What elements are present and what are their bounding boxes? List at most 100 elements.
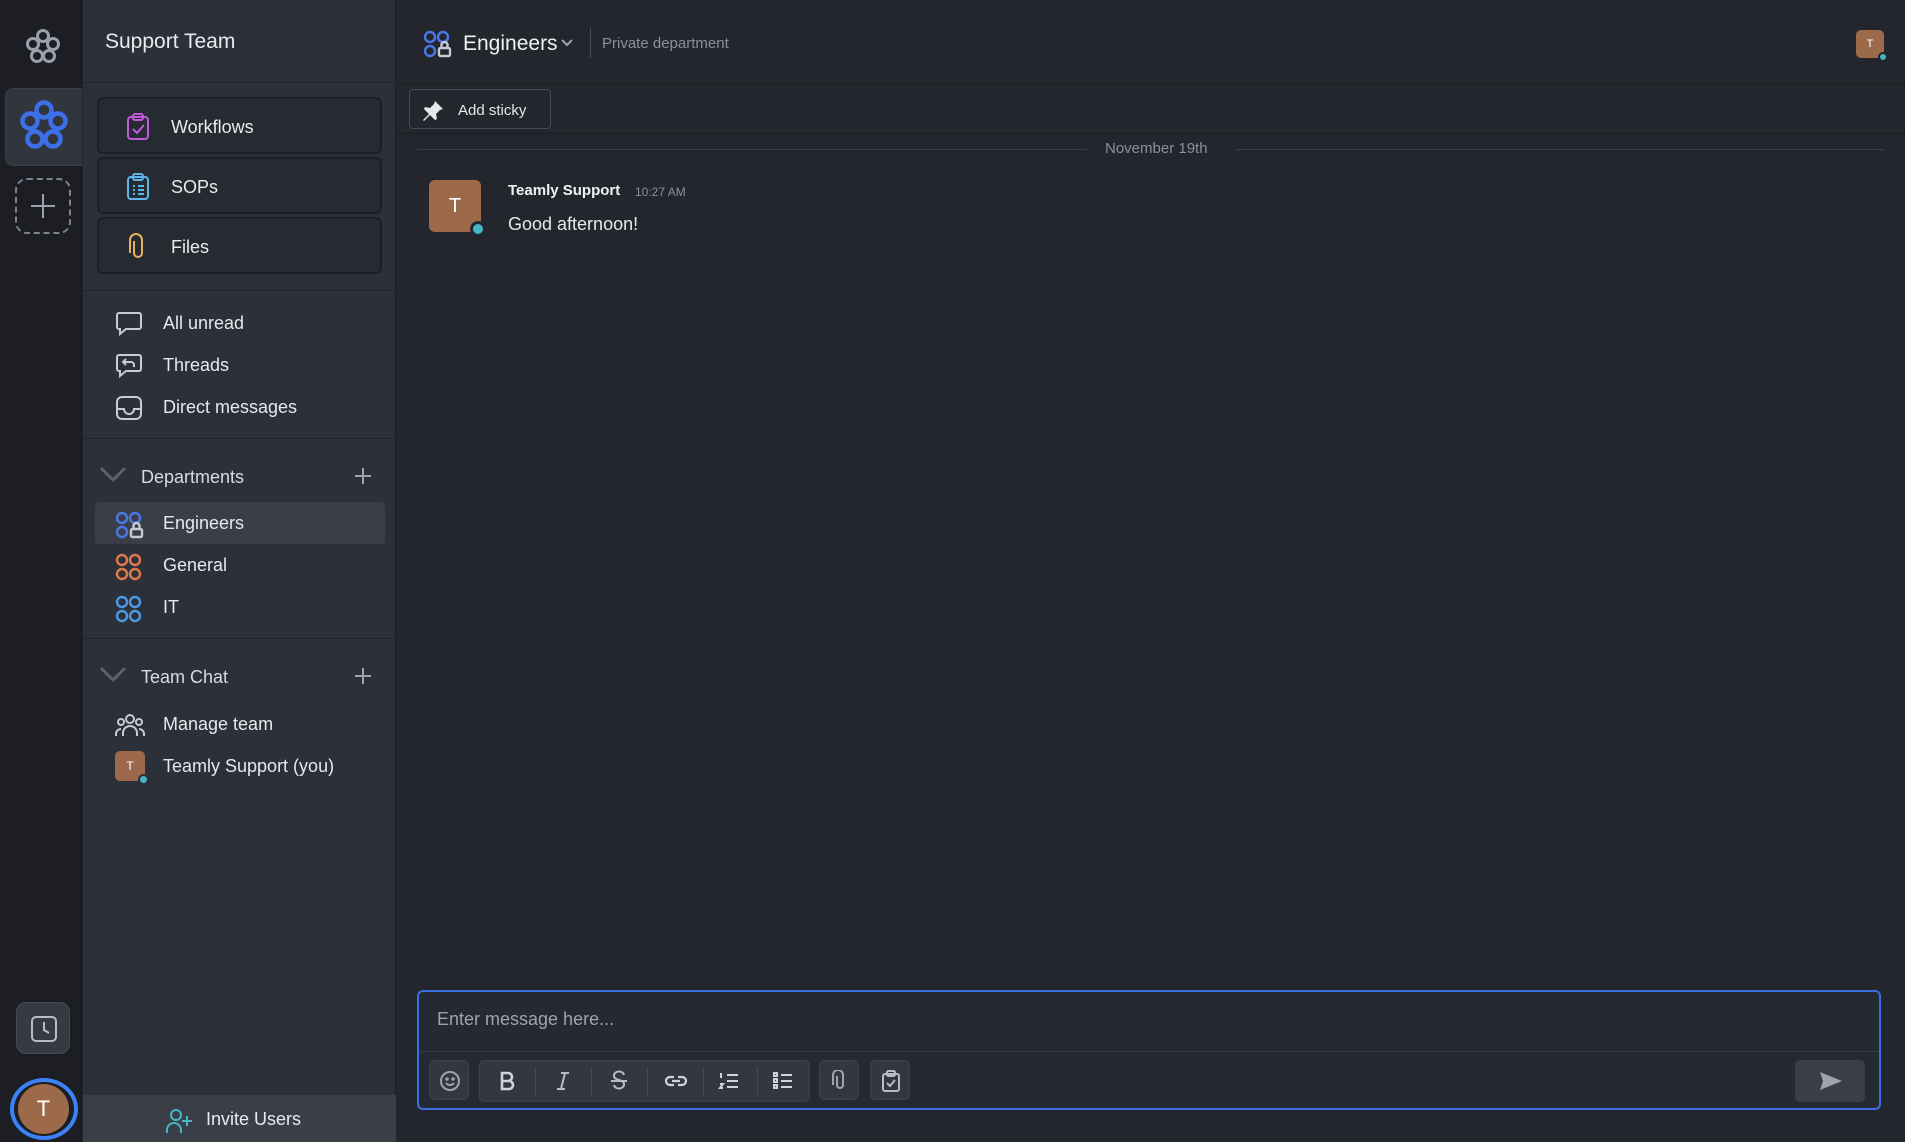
clipboard-list-icon: [127, 173, 149, 200]
task-icon: [882, 1070, 900, 1092]
attach-icon: [832, 1070, 844, 1089]
message-avatar[interactable]: T: [429, 180, 486, 237]
divider: [590, 28, 591, 58]
chevron-down-icon: [99, 466, 127, 483]
online-status-icon: [1878, 52, 1888, 62]
user-profile-button[interactable]: T: [10, 1078, 78, 1140]
sidebar-item-threads[interactable]: Threads: [95, 344, 385, 386]
bullet-list-icon: [773, 1072, 792, 1089]
channel-header: Engineers Private department T: [397, 0, 1905, 84]
sidebar-item-general[interactable]: General: [95, 544, 385, 586]
send-button[interactable]: [1795, 1060, 1865, 1102]
date-divider-line: [1235, 149, 1885, 150]
team-chat-section-header[interactable]: Team Chat: [95, 658, 385, 694]
emoji-icon: [440, 1071, 460, 1091]
sidebar-item-engineers[interactable]: Engineers: [95, 502, 385, 544]
online-status-icon: [470, 221, 486, 237]
add-workspace-button[interactable]: [15, 178, 71, 234]
threads-icon: [116, 354, 142, 379]
sidebar-item-teamly-support[interactable]: T Teamly Support (you): [95, 745, 385, 787]
sidebar-item-label: Teamly Support (you): [163, 756, 335, 776]
sops-label: SOPs: [171, 177, 219, 197]
attach-button[interactable]: [819, 1060, 859, 1100]
department-icon: [115, 553, 142, 581]
link-button[interactable]: [648, 1061, 703, 1101]
strikethrough-button[interactable]: [592, 1061, 647, 1101]
sidebar-item-label: All unread: [163, 313, 245, 333]
sidebar-item-it[interactable]: IT: [95, 586, 385, 628]
invite-users-label: Invite Users: [206, 1109, 302, 1129]
sidebar-item-label: IT: [163, 597, 179, 617]
sidebar-item-label: Manage team: [163, 714, 274, 734]
ordered-list-button[interactable]: [702, 1061, 757, 1101]
bold-button[interactable]: [480, 1061, 535, 1101]
chevron-down-icon[interactable]: [560, 38, 574, 48]
message-author[interactable]: Teamly Support: [508, 182, 620, 199]
chat-bubble-icon: [116, 312, 142, 337]
date-divider-line: [417, 149, 1087, 150]
italic-button[interactable]: [536, 1061, 591, 1101]
add-sticky-button[interactable]: Add sticky: [409, 89, 551, 129]
message-text: Good afternoon!: [508, 214, 639, 234]
private-department-icon: [115, 511, 144, 539]
divider: [83, 290, 396, 291]
workspace-icon: [20, 100, 68, 149]
section-title: Team Chat: [141, 667, 229, 687]
private-department-icon: [423, 30, 452, 58]
bullet-list-button[interactable]: [756, 1061, 811, 1101]
add-department-icon[interactable]: [353, 466, 373, 486]
chevron-down-icon: [99, 666, 127, 683]
avatar-initial: T: [448, 195, 462, 217]
workflows-label: Workflows: [171, 117, 254, 137]
app-logo-icon: [22, 26, 64, 68]
history-button[interactable]: [16, 1002, 70, 1054]
workspace-name: Support Team: [105, 30, 236, 53]
ordered-list-icon: [718, 1073, 738, 1089]
message-input[interactable]: [437, 1004, 1857, 1034]
files-button[interactable]: Files: [97, 217, 382, 274]
sidebar-item-all-unread[interactable]: All unread: [95, 302, 385, 344]
task-button[interactable]: [870, 1060, 910, 1100]
message-timestamp: 10:27 AM: [635, 185, 686, 199]
sidebar-item-label: Engineers: [163, 513, 245, 533]
avatar: T: [115, 751, 149, 785]
channel-subtitle: Private department: [602, 35, 729, 52]
channel-title[interactable]: Engineers: [463, 32, 558, 56]
sidebar-item-manage-team[interactable]: Manage team: [95, 703, 385, 745]
clipboard-check-icon: [127, 113, 149, 140]
files-label: Files: [171, 237, 210, 257]
avatar-initial: T: [1866, 38, 1874, 50]
divider: [83, 438, 396, 439]
channel-toolbar: Add sticky: [397, 84, 1905, 134]
sidebar-item-label: Direct messages: [163, 397, 298, 417]
add-user-icon: [166, 1109, 192, 1133]
paperclip-icon: [129, 233, 143, 258]
workspace-switch-support-team[interactable]: [5, 88, 82, 166]
avatar-initial: T: [126, 759, 134, 773]
sidebar-item-direct-messages[interactable]: Direct messages: [95, 386, 385, 428]
emoji-button[interactable]: [429, 1060, 469, 1100]
italic-icon: [557, 1072, 569, 1090]
sops-button[interactable]: SOPs: [97, 157, 382, 214]
divider: [83, 82, 396, 83]
header-user-avatar[interactable]: T: [1856, 30, 1888, 62]
invite-users-button[interactable]: Invite Users: [83, 1095, 396, 1142]
avatar: T: [18, 1084, 69, 1134]
divider: [83, 638, 396, 639]
formatting-toolbar: [479, 1060, 810, 1102]
section-title: Departments: [141, 467, 245, 487]
link-icon: [664, 1075, 688, 1087]
pin-icon: [423, 101, 443, 121]
clock-icon: [31, 1016, 57, 1042]
bold-icon: [500, 1071, 515, 1091]
departments-section-header[interactable]: Departments: [95, 458, 385, 494]
team-icon: [115, 714, 145, 736]
department-icon: [115, 595, 142, 623]
main-panel: Engineers Private department T Add stick…: [397, 0, 1905, 1142]
date-divider: November 19th: [1105, 140, 1208, 157]
add-chat-icon[interactable]: [353, 666, 373, 686]
workspace-rail: T: [0, 0, 82, 1142]
sidebar: Support Team Workflows SOPs Files All un…: [83, 0, 396, 1142]
workflows-button[interactable]: Workflows: [97, 97, 382, 154]
add-sticky-label: Add sticky: [458, 102, 527, 119]
